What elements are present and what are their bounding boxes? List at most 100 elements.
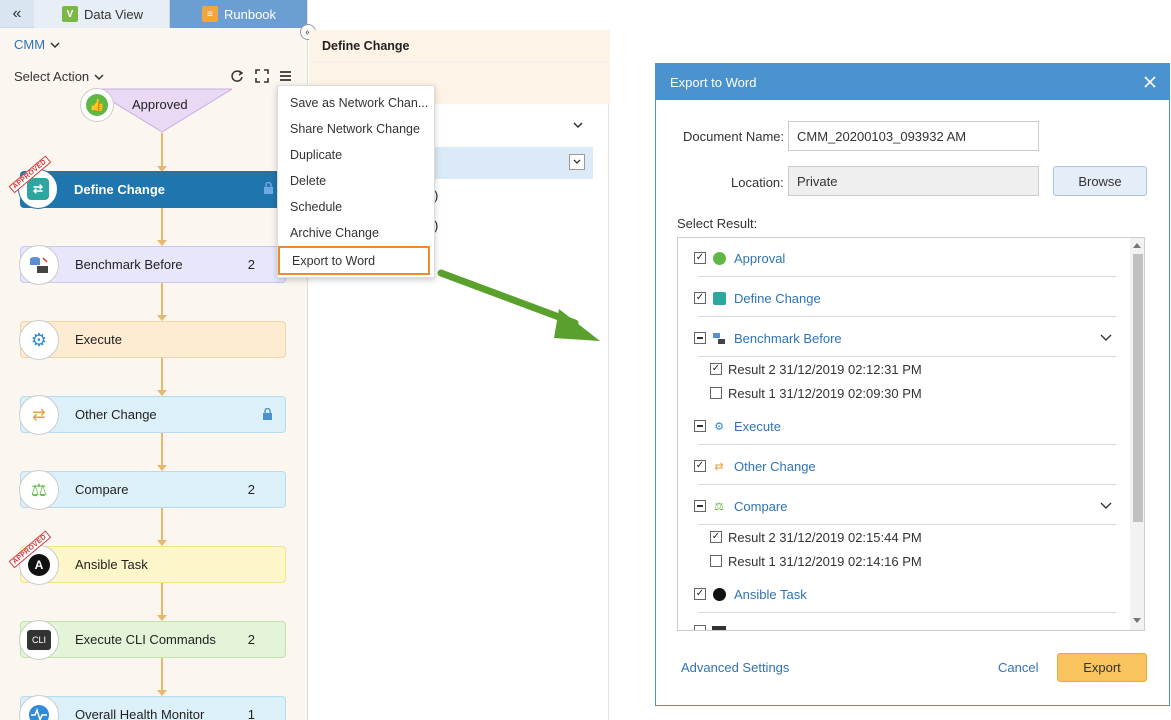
result-item-ansible-task[interactable]: ✓ Ansible Task	[694, 584, 807, 604]
result-item-approval[interactable]: ✓ Approval	[694, 248, 785, 268]
flow-connector	[161, 583, 163, 616]
chevron-down-icon[interactable]	[1100, 501, 1112, 511]
result-subitem[interactable]: ✓ Result 2 31/12/2019 02:12:31 PM	[710, 359, 922, 379]
result-item-execute[interactable]: ⚙ Execute	[694, 416, 781, 436]
result-item-compare[interactable]: ⚖ Compare	[694, 496, 787, 516]
select-result-label: Select Result:	[677, 216, 758, 231]
menu-icon[interactable]	[279, 70, 292, 82]
node-other-change-label: Other Change	[75, 407, 157, 422]
checkbox-checked[interactable]: ✓	[694, 252, 706, 264]
checkbox-unchecked[interactable]	[710, 555, 722, 567]
menu-item-schedule[interactable]: Schedule	[278, 194, 436, 220]
chevron-down-icon	[50, 41, 60, 48]
scroll-down-icon[interactable]	[1133, 618, 1141, 624]
node-compare-label: Compare	[75, 482, 129, 497]
export-to-word-dialog: Export to Word Document Name: CMM_202001…	[655, 63, 1170, 706]
result-subitem[interactable]: Result 1 31/12/2019 02:09:30 PM	[710, 383, 922, 403]
define-change-glyph	[712, 291, 726, 305]
result-label: Define Change	[734, 290, 821, 306]
result-sublabel: Result 2 31/12/2019 02:12:31 PM	[728, 361, 922, 377]
divider	[698, 612, 1116, 613]
menu-item-export-to-word[interactable]: Export to Word	[278, 246, 430, 275]
approved-node-label[interactable]: Approved	[132, 97, 188, 112]
node-health-monitor-count: 1	[247, 707, 255, 720]
scroll-up-icon[interactable]	[1133, 242, 1141, 248]
node-ansible-task[interactable]: A Ansible Task	[19, 545, 286, 585]
approval-dot	[712, 251, 726, 265]
pointer-arrow	[437, 269, 600, 341]
cli-icon: CLI	[19, 620, 59, 660]
dialog-title: Export to Word	[670, 74, 757, 90]
collapse-panel-button[interactable]: «	[0, 0, 34, 28]
cancel-button[interactable]: Cancel	[998, 660, 1038, 675]
checkbox-checked[interactable]: ✓	[710, 363, 722, 375]
browse-button[interactable]: Browse	[1053, 166, 1147, 196]
result-sublabel: Result 1 31/12/2019 02:14:16 PM	[728, 553, 922, 569]
flow-connector	[161, 358, 163, 391]
checkbox-partial[interactable]	[694, 332, 706, 344]
menu-item-save-as[interactable]: Save as Network Chan...	[278, 90, 436, 116]
close-icon[interactable]	[1144, 76, 1156, 88]
checkbox-unchecked[interactable]	[710, 387, 722, 399]
menu-item-duplicate[interactable]: Duplicate	[278, 142, 436, 168]
flow-connector	[161, 208, 163, 241]
scale-glyph: ⚖	[30, 479, 48, 500]
chevron-down-icon	[573, 159, 581, 164]
chevron-down-icon[interactable]	[572, 119, 584, 131]
scale-icon: ⚖	[19, 470, 59, 510]
export-button[interactable]: Export	[1057, 653, 1147, 682]
detail-title: Define Change	[309, 30, 610, 62]
dropdown-toggle[interactable]	[569, 154, 585, 170]
node-execute[interactable]: ⚙ Execute	[19, 320, 286, 360]
gears-icon: ⚙	[714, 420, 724, 433]
approval-node-icon: 👍	[80, 88, 114, 122]
checkbox-checked[interactable]: ✓	[694, 460, 706, 472]
select-action-dropdown[interactable]: Select Action	[14, 69, 105, 84]
flow-connector	[161, 283, 163, 316]
result-label: Approval	[734, 250, 786, 266]
menu-item-share[interactable]: Share Network Change	[278, 116, 436, 142]
divider	[698, 444, 1116, 445]
checkbox-checked[interactable]: ✓	[694, 292, 706, 304]
node-define-change[interactable]: ⇄ Define Change	[18, 169, 286, 209]
node-other-change[interactable]: ⇄ Other Change	[19, 395, 286, 435]
checkbox-partial[interactable]	[694, 500, 706, 512]
result-item-benchmark-before[interactable]: Benchmark Before	[694, 328, 842, 348]
tab-runbook-label: Runbook	[224, 6, 277, 22]
result-sublabel: Result 2 31/12/2019 02:15:44 PM	[728, 529, 922, 545]
runbook-selector[interactable]: CMM	[14, 37, 61, 52]
advanced-settings-link[interactable]: Advanced Settings	[681, 660, 789, 675]
node-health-monitor[interactable]: Overall Health Monitor 1	[19, 695, 286, 720]
menu-item-archive[interactable]: Archive Change	[278, 220, 436, 246]
detail-selected-row[interactable]	[423, 147, 593, 179]
result-subitem[interactable]: ✓ Result 2 31/12/2019 02:15:44 PM	[710, 527, 922, 547]
result-item-other-change[interactable]: ✓ ⇄ Other Change	[694, 456, 816, 476]
menu-item-delete[interactable]: Delete	[278, 168, 436, 194]
tab-runbook[interactable]: ≡ Runbook	[170, 0, 307, 28]
document-name-input[interactable]: CMM_20200103_093932 AM	[788, 121, 1039, 151]
result-subitem[interactable]: Result 1 31/12/2019 02:14:16 PM	[710, 551, 922, 571]
result-label: Benchmark Before	[734, 330, 842, 346]
tab-data-view[interactable]: V Data View	[34, 0, 170, 28]
gear-glyph: ⚙	[30, 329, 48, 350]
checkbox-checked[interactable]: ✓	[710, 531, 722, 543]
checkbox-checked[interactable]: ✓	[694, 588, 706, 600]
cli-glyph: CLI	[27, 630, 51, 650]
location-field: Private	[788, 166, 1039, 196]
result-label: Ansible Task	[734, 586, 807, 602]
result-label: Compare	[734, 498, 788, 514]
node-benchmark-before[interactable]: Benchmark Before 2	[19, 245, 286, 285]
checkbox-partial[interactable]	[694, 420, 706, 432]
scrollbar-thumb[interactable]	[1133, 254, 1143, 522]
thumbs-up-icon: 👍	[86, 94, 108, 116]
database-monitor-icon	[30, 257, 48, 273]
result-item-define-change[interactable]: ✓ Define Change	[694, 288, 821, 308]
tab-data-view-label: Data View	[84, 6, 144, 22]
refresh-icon[interactable]	[230, 69, 244, 83]
flow-connector	[161, 658, 163, 691]
chevron-down-icon[interactable]	[1100, 333, 1112, 343]
fullscreen-icon[interactable]	[255, 69, 269, 83]
node-execute-cli[interactable]: CLI Execute CLI Commands 2	[19, 620, 286, 660]
node-compare[interactable]: ⚖ Compare 2	[19, 470, 286, 510]
context-menu: Save as Network Chan... Share Network Ch…	[277, 85, 435, 278]
